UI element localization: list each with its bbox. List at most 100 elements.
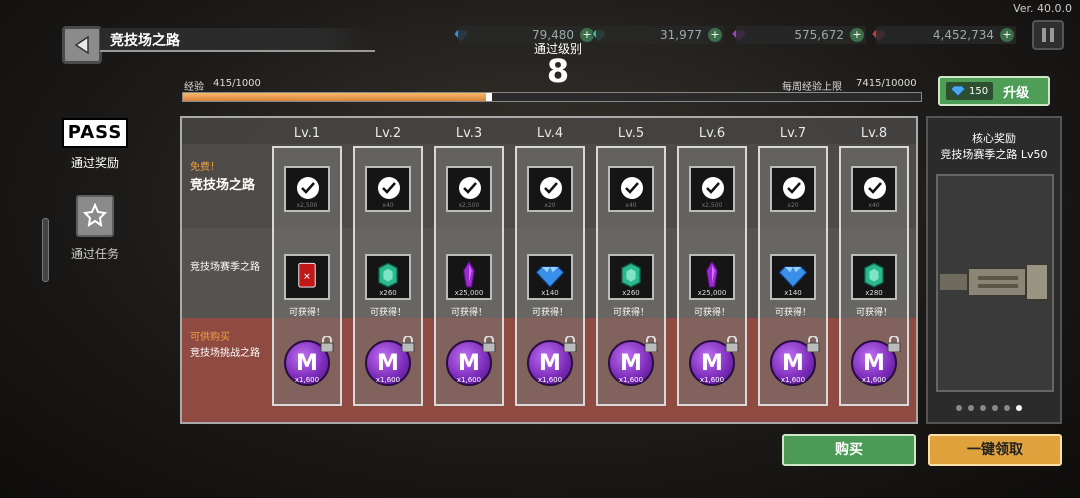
pager-dot[interactable] bbox=[1016, 405, 1022, 411]
claimed-check-icon bbox=[864, 177, 886, 199]
level-header: Lv.1 bbox=[293, 126, 321, 141]
version-label: Ver. 40.0.0 bbox=[1013, 2, 1072, 15]
exp-label: 经验 bbox=[184, 82, 204, 93]
season-reward-slot[interactable]: x260 bbox=[365, 254, 411, 300]
level-header: Lv.7 bbox=[779, 126, 807, 141]
season-reward-qty: x140 bbox=[541, 289, 559, 297]
tab-pass-rewards-label: 通过奖励 bbox=[70, 156, 119, 170]
season-reward-qty: x280 bbox=[865, 289, 883, 297]
lock-icon bbox=[482, 335, 496, 353]
preview-subtitle: 竞技场赛季之路 Lv50 bbox=[940, 148, 1048, 161]
pager-dot[interactable] bbox=[956, 405, 962, 411]
back-button[interactable] bbox=[62, 26, 102, 64]
level-header: Lv.2 bbox=[374, 126, 402, 141]
lock-icon bbox=[563, 335, 577, 353]
claimed-check-icon bbox=[783, 177, 805, 199]
obtainable-label: 可获得！ bbox=[288, 308, 325, 318]
premium-row-title: 竞技场挑战之路 bbox=[190, 348, 260, 359]
level-number: 8 bbox=[546, 52, 570, 90]
pause-bar-left bbox=[1042, 28, 1046, 42]
resource-purple-crystal-plus-button[interactable]: + bbox=[850, 28, 864, 42]
resource-gold-plus-button[interactable]: + bbox=[1000, 28, 1014, 42]
premium-reward-qty: x1,600 bbox=[375, 376, 401, 384]
premium-reward-qty: x1,600 bbox=[861, 376, 887, 384]
free-row-title: 竞技场之路 bbox=[190, 178, 256, 193]
season-reward-qty: x140 bbox=[784, 289, 802, 297]
weekly-exp-value: 7415/10000 bbox=[856, 78, 917, 89]
pager-dot[interactable] bbox=[1004, 405, 1010, 411]
back-arrow-icon bbox=[74, 35, 89, 55]
season-reward-slot[interactable]: ✕ bbox=[284, 254, 330, 300]
obtainable-label: 可获得！ bbox=[855, 308, 892, 318]
free-tag: 免费！ bbox=[190, 162, 220, 173]
season-row-title: 竞技场赛季之路 bbox=[190, 262, 260, 273]
premium-reward-qty: x1,600 bbox=[537, 376, 563, 384]
claim-all-button[interactable]: 一键领取 bbox=[928, 434, 1062, 466]
premium-tag: 可供购买 bbox=[190, 332, 230, 343]
exp-progress-marker bbox=[486, 93, 493, 101]
red-card-icon: ✕ bbox=[298, 262, 316, 288]
season-reward-qty: x25,000 bbox=[697, 289, 727, 297]
free-reward-slot[interactable]: x2,500 bbox=[689, 166, 735, 212]
lock-icon bbox=[725, 335, 739, 353]
level-header: Lv.3 bbox=[455, 126, 483, 141]
free-reward-slot[interactable]: x40 bbox=[608, 166, 654, 212]
claimed-check-icon bbox=[621, 177, 643, 199]
upgrade-cost-value: 150 bbox=[969, 85, 989, 97]
claimed-check-icon bbox=[459, 177, 481, 199]
season-reward-slot[interactable]: x25,000 bbox=[446, 254, 492, 300]
preview-pager[interactable] bbox=[956, 405, 1036, 411]
premium-reward-qty: x1,600 bbox=[456, 376, 482, 384]
free-reward-slot[interactable]: x40 bbox=[851, 166, 897, 212]
season-reward-qty: x260 bbox=[379, 289, 397, 297]
free-reward-qty: x40 bbox=[625, 202, 637, 209]
obtainable-label: 可获得！ bbox=[531, 308, 568, 318]
pager-dot[interactable] bbox=[968, 405, 974, 411]
exp-progress-fill bbox=[183, 93, 490, 101]
free-reward-slot[interactable]: x20 bbox=[770, 166, 816, 212]
blue-gem-icon bbox=[951, 86, 965, 96]
free-reward-qty: x20 bbox=[544, 202, 556, 209]
free-reward-slot[interactable]: x2,500 bbox=[284, 166, 330, 212]
season-reward-slot[interactable]: x260 bbox=[608, 254, 654, 300]
premium-reward-qty: x1,600 bbox=[294, 376, 320, 384]
claimed-check-icon bbox=[702, 177, 724, 199]
rocket-launcher-icon bbox=[940, 263, 1049, 301]
resource-gold-value: 4,452,734 bbox=[876, 26, 1016, 44]
exp-value: 415/1000 bbox=[213, 78, 261, 89]
tab-pass-tasks-label: 通过任务 bbox=[70, 247, 119, 261]
task-book-icon bbox=[76, 195, 114, 237]
season-reward-slot[interactable]: x140 bbox=[527, 254, 573, 300]
free-reward-qty: x2,500 bbox=[296, 202, 318, 209]
pager-dot[interactable] bbox=[992, 405, 998, 411]
free-reward-slot[interactable]: x40 bbox=[365, 166, 411, 212]
svg-text:✕: ✕ bbox=[303, 273, 311, 283]
season-reward-slot[interactable]: x25,000 bbox=[689, 254, 735, 300]
sidebar-scrollbar[interactable] bbox=[42, 218, 49, 282]
upgrade-cost: 150 bbox=[946, 82, 994, 100]
claimed-check-icon bbox=[297, 177, 319, 199]
free-reward-slot[interactable]: x20 bbox=[527, 166, 573, 212]
obtainable-label: 可获得！ bbox=[450, 308, 487, 318]
resource-green-coin-plus-button[interactable]: + bbox=[708, 28, 722, 42]
tab-pass-tasks[interactable]: 通过任务 bbox=[58, 195, 132, 265]
season-reward-slot[interactable]: x140 bbox=[770, 254, 816, 300]
obtainable-label: 可获得！ bbox=[774, 308, 811, 318]
level-header: Lv.6 bbox=[698, 126, 726, 141]
obtainable-label: 可获得！ bbox=[693, 308, 730, 318]
free-reward-slot[interactable]: x2,500 bbox=[446, 166, 492, 212]
lock-icon bbox=[887, 335, 901, 353]
season-reward-slot[interactable]: x280 bbox=[851, 254, 897, 300]
pause-button[interactable] bbox=[1032, 20, 1064, 50]
free-reward-qty: x2,500 bbox=[701, 202, 723, 209]
weekly-exp-label: 每周经验上限 bbox=[782, 82, 842, 93]
tab-pass-rewards[interactable]: PASS 通过奖励 bbox=[58, 118, 132, 178]
upgrade-button[interactable]: 150 升级 bbox=[938, 76, 1050, 106]
preview-title: 核心奖励 bbox=[972, 132, 1016, 145]
buy-button[interactable]: 购买 bbox=[782, 434, 916, 466]
level-header: Lv.5 bbox=[617, 126, 645, 141]
pager-dot[interactable] bbox=[980, 405, 986, 411]
obtainable-label: 可获得！ bbox=[612, 308, 649, 318]
level-header: Lv.8 bbox=[860, 126, 888, 141]
resource-purple-crystal-value: 575,672 bbox=[736, 26, 866, 44]
